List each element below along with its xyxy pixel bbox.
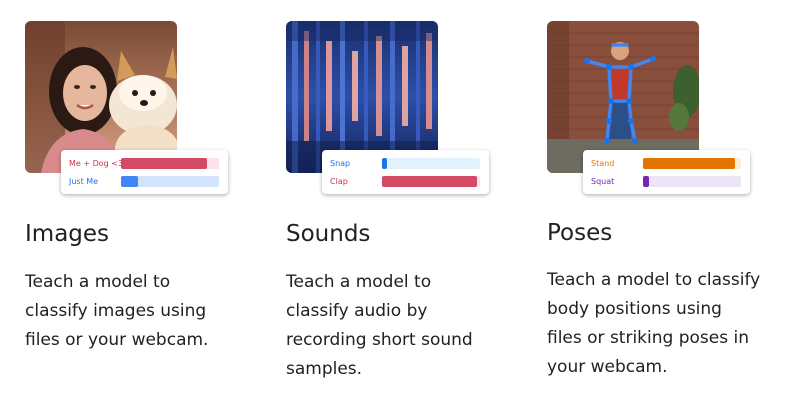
- class-row: Snap: [322, 156, 489, 172]
- class-label: Clap: [330, 177, 348, 186]
- card-images: Me + Dog <3 Just Me Images Teach a model…: [25, 0, 265, 403]
- sounds-prediction-panel: Snap Clap: [322, 150, 489, 194]
- class-row: Me + Dog <3: [61, 156, 228, 172]
- confidence-fill: [643, 158, 736, 169]
- card-description: Teach a model to classify images using f…: [25, 272, 209, 350]
- card-title: Images: [25, 221, 110, 247]
- class-label: Me + Dog <3: [69, 159, 124, 168]
- poses-prediction-panel: Stand Squat: [583, 150, 750, 194]
- confidence-bar: [121, 158, 219, 169]
- card-description: Teach a model to classify audio by recor…: [286, 272, 473, 379]
- class-label: Stand: [591, 159, 615, 168]
- card-title: Poses: [547, 220, 613, 246]
- images-prediction-panel: Me + Dog <3 Just Me: [61, 150, 228, 194]
- confidence-fill: [382, 158, 387, 169]
- class-label: Snap: [330, 159, 351, 168]
- confidence-fill: [121, 176, 138, 187]
- card-poses: Stand Squat Poses Teach a model to class…: [547, 0, 787, 403]
- class-label: Just Me: [69, 177, 99, 186]
- confidence-fill: [382, 176, 478, 187]
- confidence-bar: [121, 176, 219, 187]
- card-sounds: Snap Clap Sounds Teach a model to classi…: [286, 0, 526, 403]
- class-row: Squat: [583, 174, 750, 190]
- class-row: Stand: [583, 156, 750, 172]
- confidence-bar: [382, 158, 480, 169]
- confidence-bar: [382, 176, 480, 187]
- confidence-fill: [121, 158, 208, 169]
- class-row: Just Me: [61, 174, 228, 190]
- confidence-bar: [643, 158, 741, 169]
- confidence-bar: [643, 176, 741, 187]
- class-label: Squat: [591, 177, 615, 186]
- card-description: Teach a model to classify body positions…: [547, 270, 761, 377]
- confidence-fill: [643, 176, 649, 187]
- card-title: Sounds: [286, 221, 371, 247]
- class-row: Clap: [322, 174, 489, 190]
